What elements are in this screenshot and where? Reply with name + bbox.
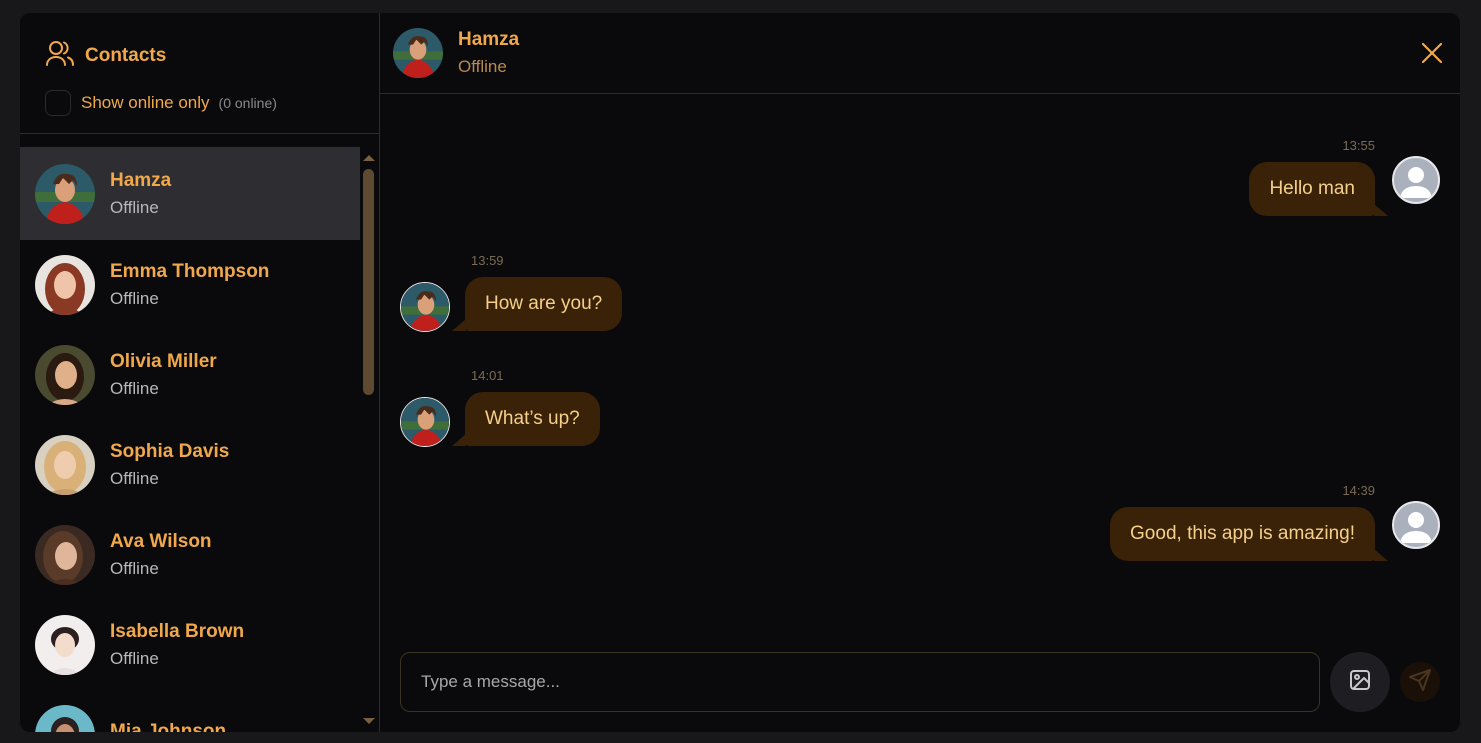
contact-name: Mia Johnson bbox=[110, 721, 227, 732]
contact-status: Offline bbox=[110, 649, 159, 668]
online-only-checkbox[interactable] bbox=[45, 90, 71, 116]
contact-item-ava-wilson[interactable]: Ava Wilson Offline bbox=[20, 510, 360, 600]
contact-name: Hamza bbox=[110, 169, 172, 191]
scroll-thumb[interactable] bbox=[363, 169, 374, 395]
message-list: 13:55 Hello man 13:59 How are you? 14:01… bbox=[380, 95, 1460, 642]
users-icon bbox=[45, 39, 75, 72]
contact-info: Olivia Miller Offline bbox=[110, 351, 217, 399]
contact-info: Ava Wilson Offline bbox=[110, 531, 212, 579]
message-bubble-incoming: What’s up? bbox=[465, 392, 600, 446]
contacts-title-row: Contacts bbox=[45, 39, 354, 72]
contact-info: Mia Johnson bbox=[110, 721, 226, 732]
sidebar-header: Contacts Show online only (0 online) bbox=[20, 13, 379, 134]
contact-info: Sophia Davis Offline bbox=[110, 441, 229, 489]
image-icon bbox=[1348, 668, 1372, 697]
contact-name: Olivia Miller bbox=[110, 351, 217, 372]
bubble-tail bbox=[1374, 204, 1388, 216]
avatar bbox=[35, 255, 95, 315]
sender-avatar bbox=[400, 282, 450, 332]
close-icon[interactable] bbox=[1420, 41, 1444, 65]
chat-header: Hamza Offline bbox=[380, 13, 1460, 94]
avatar bbox=[35, 345, 95, 405]
contact-item-isabella-brown[interactable]: Isabella Brown Offline bbox=[20, 600, 360, 690]
bubble-tail bbox=[452, 319, 466, 331]
contact-name: Sophia Davis bbox=[110, 441, 230, 462]
message-bubble-incoming: How are you? bbox=[465, 277, 623, 331]
online-only-label[interactable]: Show online only bbox=[81, 93, 210, 113]
message-time: 13:55 bbox=[1342, 138, 1375, 153]
contact-name: Ava Wilson bbox=[110, 531, 212, 552]
chat-app: Contacts Show online only (0 online) Ham… bbox=[20, 13, 1460, 732]
contact-status: Offline bbox=[110, 197, 159, 217]
online-count: (0 online) bbox=[218, 95, 277, 111]
message-time: 14:01 bbox=[471, 368, 504, 383]
message-bubble-outgoing: Good, this app is amazing! bbox=[1110, 507, 1375, 561]
chat-contact-status: Offline bbox=[458, 57, 507, 76]
user-avatar-icon bbox=[1392, 501, 1440, 549]
contact-info: Hamza Offline bbox=[110, 170, 171, 218]
contact-info: Emma Thompson Offline bbox=[110, 261, 269, 309]
contact-item-mia-johnson[interactable]: Mia Johnson bbox=[20, 690, 360, 732]
send-icon bbox=[1408, 668, 1432, 697]
contact-item-hamza[interactable]: Hamza Offline bbox=[20, 147, 360, 240]
message-composer bbox=[400, 652, 1440, 712]
contact-name: Isabella Brown bbox=[110, 621, 245, 642]
message-input[interactable] bbox=[400, 652, 1320, 712]
message-time: 14:39 bbox=[1342, 483, 1375, 498]
attach-image-button[interactable] bbox=[1330, 652, 1390, 712]
contact-status: Offline bbox=[110, 469, 159, 488]
user-avatar-icon bbox=[1392, 156, 1440, 204]
chat-header-info: Hamza Offline bbox=[458, 29, 519, 77]
contact-status: Offline bbox=[110, 289, 159, 308]
message-bubble-outgoing: Hello man bbox=[1249, 162, 1375, 216]
contact-info: Isabella Brown Offline bbox=[110, 621, 244, 669]
avatar bbox=[35, 163, 95, 224]
contact-name: Emma Thompson bbox=[110, 261, 270, 282]
scroll-down-arrow-icon[interactable] bbox=[363, 718, 375, 724]
contact-list-scrollbar[interactable] bbox=[359, 147, 379, 732]
contacts-sidebar: Contacts Show online only (0 online) Ham… bbox=[20, 13, 380, 732]
avatar bbox=[35, 525, 95, 585]
avatar bbox=[35, 705, 95, 732]
scroll-up-arrow-icon[interactable] bbox=[363, 155, 375, 161]
bubble-tail bbox=[452, 434, 466, 446]
bubble-tail bbox=[1374, 549, 1388, 561]
chat-contact-name: Hamza bbox=[458, 29, 520, 50]
avatar bbox=[35, 615, 95, 675]
contacts-title: Contacts bbox=[85, 44, 167, 66]
contact-item-olivia-miller[interactable]: Olivia Miller Offline bbox=[20, 330, 360, 420]
contact-status: Offline bbox=[110, 379, 159, 398]
contact-list: Hamza Offline Emma Thompson Offline Oliv… bbox=[20, 147, 360, 732]
chat-panel: Hamza Offline 13:55 Hello man 13:59 How … bbox=[380, 13, 1460, 732]
send-button[interactable] bbox=[1400, 662, 1440, 702]
sender-avatar bbox=[400, 397, 450, 447]
chat-header-avatar bbox=[393, 28, 443, 78]
online-filter: Show online only (0 online) bbox=[45, 90, 354, 116]
contact-status: Offline bbox=[110, 559, 159, 578]
message-time: 13:59 bbox=[471, 253, 504, 268]
contact-item-sophia-davis[interactable]: Sophia Davis Offline bbox=[20, 420, 360, 510]
contact-item-emma-thompson[interactable]: Emma Thompson Offline bbox=[20, 240, 360, 330]
avatar bbox=[35, 435, 95, 495]
